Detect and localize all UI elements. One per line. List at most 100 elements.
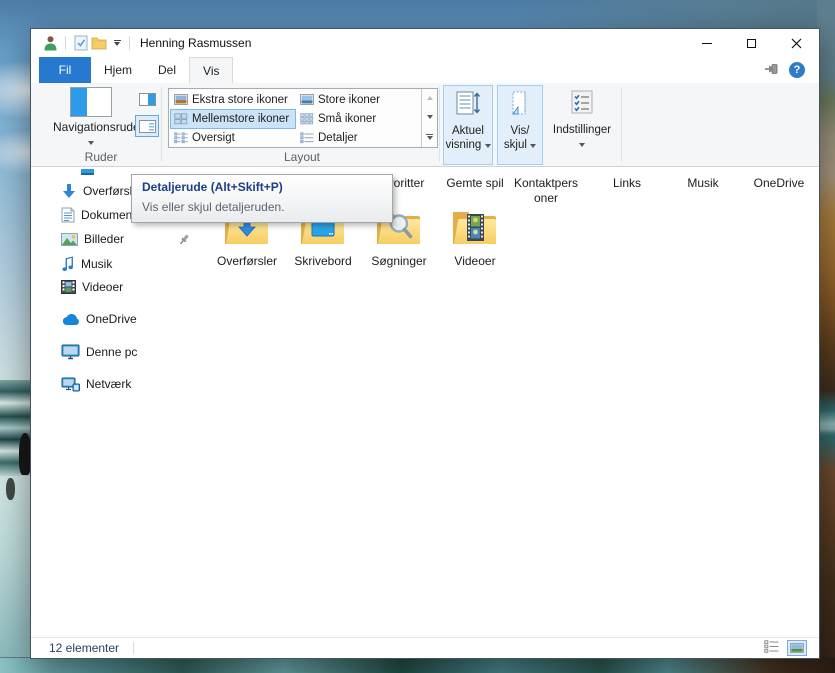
preview-pane-icon: [139, 93, 156, 106]
current-view-icon: [444, 90, 492, 120]
tab-hjem[interactable]: Hjem: [91, 57, 145, 83]
scroll-down-icon[interactable]: [427, 115, 433, 119]
ribbon-vis-panel: Navigationsrude Ruder Ekstra: [31, 83, 819, 167]
network-icon: [61, 376, 80, 392]
window-title: Henning Rasmussen: [140, 36, 251, 50]
user-folder-icon: [41, 34, 59, 52]
new-folder-quick-access-icon[interactable]: [90, 34, 108, 52]
layout-option-oversigt[interactable]: Oversigt: [170, 129, 296, 148]
layout-gallery: Ekstra store ikoner Store ikoner Mellems…: [168, 88, 438, 148]
beach-figure-silhouette: [6, 478, 15, 500]
maximize-button[interactable]: [729, 29, 774, 57]
gallery-scrollbar[interactable]: [421, 89, 437, 147]
options-icon: [551, 89, 613, 119]
navigation-pane-button[interactable]: Navigationsrude: [53, 87, 129, 151]
group-separator: [161, 87, 162, 162]
sidebar-item-denne-pc[interactable]: Denne pc: [61, 344, 137, 360]
computer-icon: [61, 344, 80, 360]
gallery-more-icon[interactable]: [426, 134, 433, 140]
options-button[interactable]: Indstillinger: [551, 85, 613, 165]
item-count: 12 elementer: [49, 641, 119, 655]
file-item-label[interactable]: Links: [591, 176, 663, 191]
maximize-icon: [747, 39, 756, 48]
sidebar-item-videoer[interactable]: Videoer: [61, 280, 123, 294]
file-item-label[interactable]: Musik: [667, 176, 739, 191]
separator: [65, 36, 66, 50]
pin-icon[interactable]: [178, 233, 191, 249]
show-hide-icon: [498, 90, 542, 120]
layout-option-detaljer[interactable]: Detaljer: [296, 129, 422, 148]
group-label-ruder: Ruder: [39, 150, 163, 164]
navigation-pane-label: Navigationsrude: [53, 120, 129, 134]
group-label-layout: Layout: [163, 150, 441, 164]
layout-option-ekstra-store-ikoner[interactable]: Ekstra store ikoner: [170, 90, 296, 109]
tab-del[interactable]: Del: [145, 57, 189, 83]
customize-quick-access-dropdown[interactable]: [111, 40, 123, 46]
ribbon-group-layout: Ekstra store ikoner Store ikoner Mellems…: [163, 83, 441, 167]
tooltip-body: Vis eller skjul detaljeruden.: [142, 200, 382, 214]
clipped-sidebar-icon: [81, 169, 94, 175]
document-icon: [61, 207, 75, 223]
tab-vis[interactable]: Vis: [189, 57, 233, 83]
sidebar-item-billeder[interactable]: Billeder: [61, 232, 124, 246]
small-icons-icon: [300, 113, 314, 125]
tab-fil[interactable]: Fil: [39, 57, 91, 83]
download-icon: [61, 183, 77, 199]
desktop: Henning Rasmussen Fil Hjem Del Vis ?: [0, 0, 835, 673]
preview-pane-button[interactable]: [135, 88, 159, 110]
title-bar[interactable]: Henning Rasmussen: [31, 29, 819, 57]
thumbnail-view-icon: [790, 643, 804, 653]
group-separator: [439, 87, 440, 162]
minimize-icon: [702, 43, 712, 44]
details-pane-button[interactable]: [135, 115, 159, 137]
ribbon-group-ruder: Navigationsrude Ruder: [39, 83, 163, 167]
layout-option-mellemstore-ikoner[interactable]: Mellemstore ikoner: [170, 109, 296, 128]
details-view-icon: [300, 132, 314, 144]
show-hide-button[interactable]: Vis/ skjul: [497, 85, 543, 165]
chevron-down-icon: [530, 144, 536, 148]
chevron-down-icon: [579, 143, 585, 147]
folder-videos-icon: [451, 207, 499, 249]
large-icons-icon: [300, 94, 314, 105]
list-view-icon: [174, 132, 188, 144]
extra-large-icons-icon: [174, 94, 188, 105]
sidebar-item-musik[interactable]: Musik: [61, 256, 112, 272]
layout-option-store-ikoner[interactable]: Store ikoner: [296, 90, 422, 109]
tooltip-title: Detaljerude (Alt+Skift+P): [142, 180, 382, 194]
details-pane-icon: [139, 120, 156, 133]
medium-icons-icon: [174, 113, 188, 125]
file-item-label[interactable]: Gemte spil: [439, 176, 511, 191]
navigation-pane-icon: [70, 87, 112, 117]
minimize-button[interactable]: [684, 29, 729, 57]
details-view-toggle[interactable]: [764, 640, 779, 656]
close-icon: [791, 38, 802, 49]
sidebar-item-onedrive[interactable]: OneDrive: [61, 312, 137, 326]
current-view-button[interactable]: Aktuel visning: [443, 85, 493, 165]
chevron-down-icon: [88, 141, 94, 145]
scroll-up-icon[interactable]: [427, 96, 433, 100]
video-icon: [61, 280, 76, 294]
pin-ribbon-icon[interactable]: [764, 62, 779, 79]
large-icons-view-toggle[interactable]: [787, 640, 807, 656]
separator: [129, 36, 130, 50]
close-button[interactable]: [774, 29, 819, 57]
status-bar: 12 elementer: [31, 637, 819, 658]
separator: [133, 642, 134, 654]
shore-water: [0, 658, 835, 673]
properties-quick-access-icon[interactable]: [72, 34, 90, 52]
folder-item-videoer[interactable]: Videoer: [437, 207, 513, 268]
onedrive-cloud-icon: [61, 313, 80, 326]
file-explorer-window: Henning Rasmussen Fil Hjem Del Vis ?: [30, 28, 820, 659]
sidebar-item-netvaerk[interactable]: Netværk: [61, 376, 131, 392]
ribbon-tab-strip: Fil Hjem Del Vis ?: [31, 57, 819, 83]
layout-option-sma-ikoner[interactable]: Små ikoner: [296, 109, 422, 128]
file-item-label[interactable]: OneDrive: [743, 176, 815, 191]
help-button[interactable]: ?: [789, 62, 805, 78]
chevron-down-icon: [485, 144, 491, 148]
file-item-label[interactable]: Kontaktpersoner: [513, 176, 579, 206]
details-pane-tooltip: Detaljerude (Alt+Skift+P) Vis eller skju…: [131, 174, 393, 223]
group-separator: [621, 87, 622, 162]
picture-icon: [61, 233, 78, 246]
music-icon: [61, 256, 75, 272]
details-view-icon: [764, 640, 779, 653]
